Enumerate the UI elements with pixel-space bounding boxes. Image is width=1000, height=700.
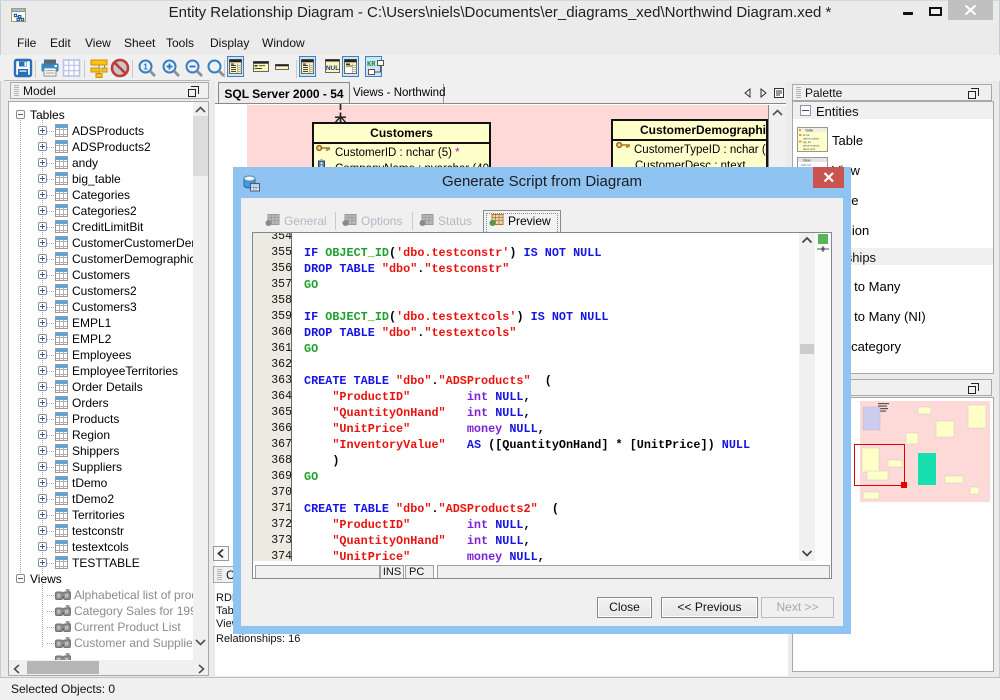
svg-text:desc text: desc text — [803, 147, 815, 151]
svg-text:NUL: NUL — [326, 65, 339, 72]
svg-text:1: 1 — [143, 63, 148, 72]
svg-text:KR: KR — [367, 61, 376, 69]
svg-text:View: View — [803, 159, 811, 163]
svg-text:Table: Table — [805, 129, 813, 133]
